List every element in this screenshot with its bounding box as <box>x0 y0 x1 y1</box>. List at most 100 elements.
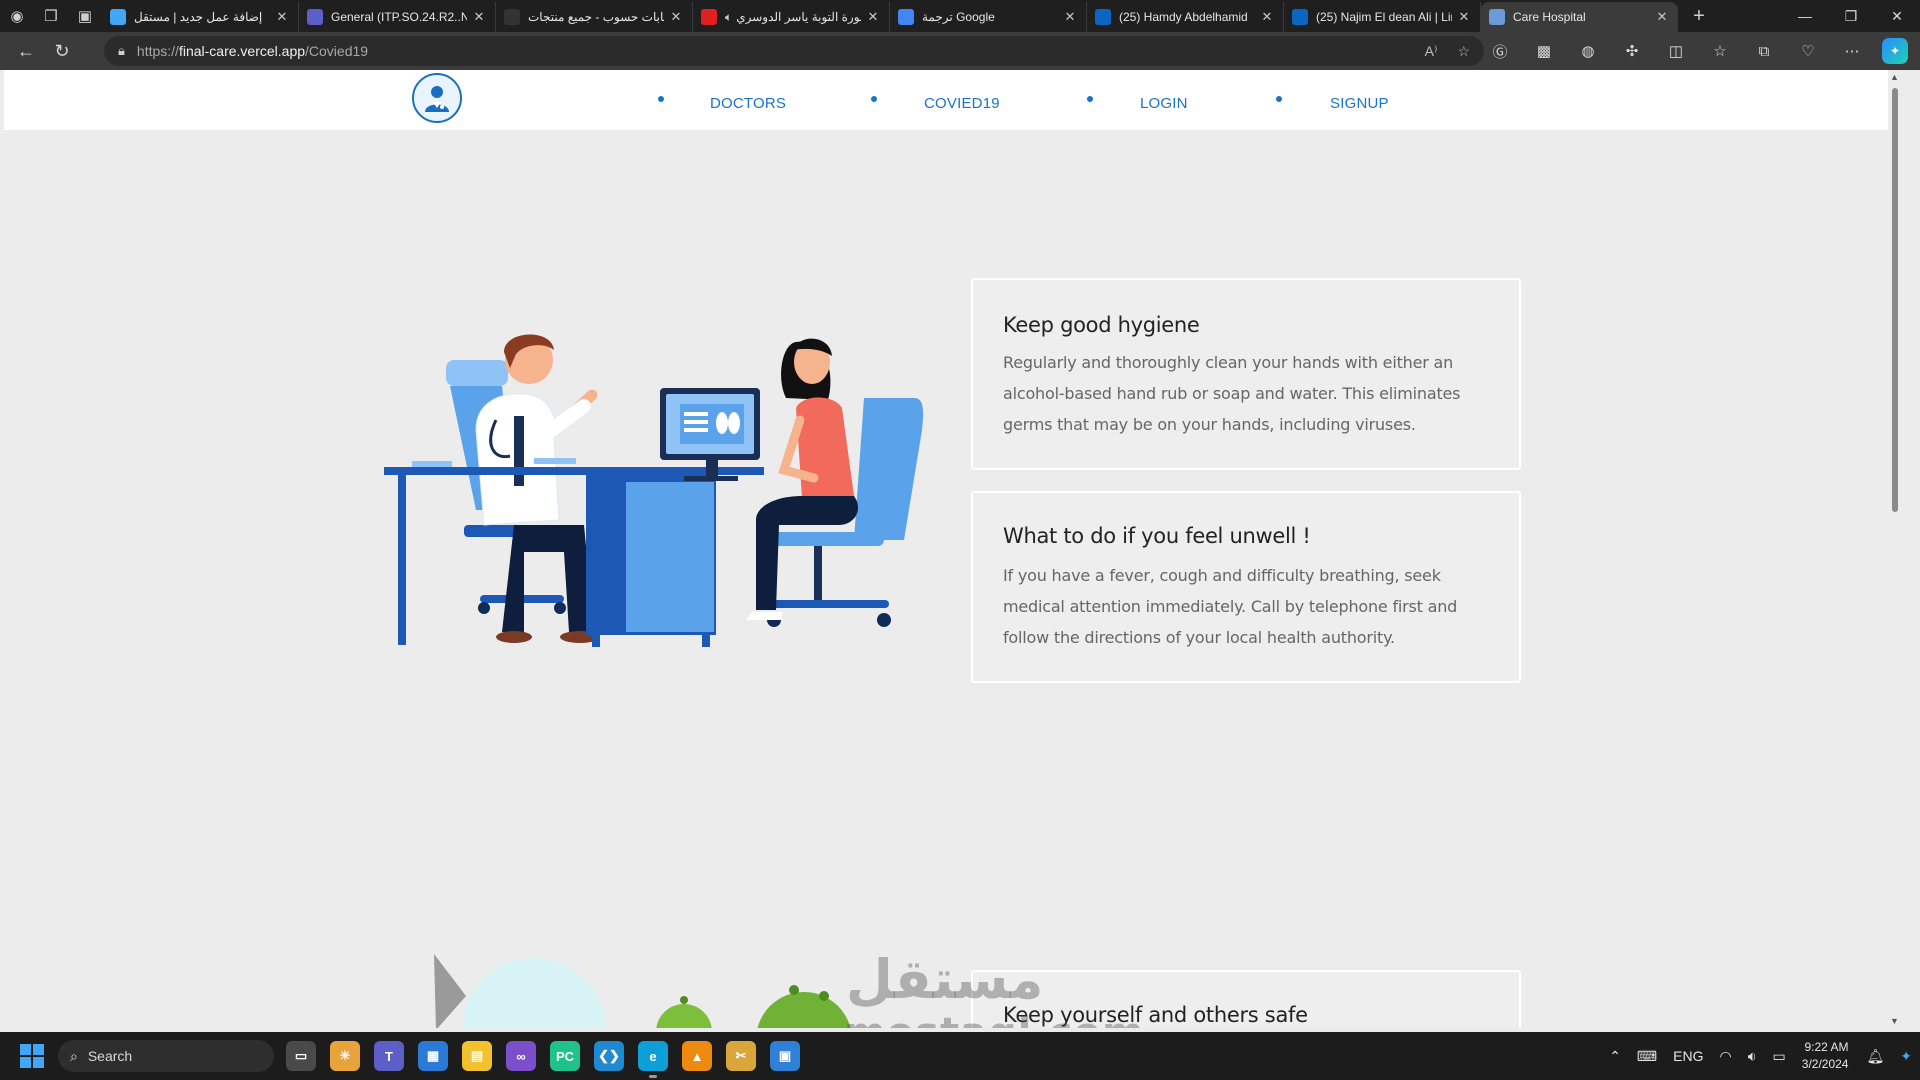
scroll-up-icon[interactable]: ▲ <box>1890 72 1899 82</box>
taskbar-teams-icon[interactable]: T <box>374 1041 404 1071</box>
browser-tab[interactable]: (25) Najim El dean Ali | LinkedIn ✕ <box>1284 2 1481 32</box>
profile-icon[interactable]: ◉ <box>0 0 34 32</box>
tab-close-icon[interactable]: ✕ <box>471 9 487 25</box>
tab-actions-icon[interactable]: ▣ <box>68 0 102 32</box>
nav-doctors-label[interactable]: DOCTORS <box>710 95 786 112</box>
tab-close-icon[interactable]: ✕ <box>1456 9 1472 25</box>
extension-blue-icon[interactable]: ▩ <box>1530 37 1558 65</box>
restore-button[interactable]: ❐ <box>1828 0 1874 32</box>
browser-tab[interactable]: General (ITP.SO.24.R2..NET) ✕ <box>299 2 496 32</box>
site-navbar: DOCTORS COVIED19 LOGIN SIGNUP <box>4 70 1902 130</box>
tab-close-icon[interactable]: ✕ <box>865 9 881 25</box>
search-icon: ⌕ <box>70 1047 78 1064</box>
taskbar-file-explorer-icon[interactable]: ▤ <box>462 1041 492 1071</box>
tab-favicon-icon <box>701 9 717 25</box>
taskbar-remote-desktop-icon[interactable]: ▣ <box>770 1041 800 1071</box>
lock-icon[interactable]: 🔒︎ <box>118 43 125 59</box>
browser-tab[interactable]: إضافة عمل جديد | مستقل ✕ <box>102 2 299 32</box>
browser-essentials-icon[interactable]: ♡ <box>1794 37 1822 65</box>
page-scrollbar[interactable]: ▲ ▼ <box>1888 70 1902 1028</box>
tab-favicon-icon <box>898 9 914 25</box>
minimize-button[interactable]: — <box>1782 0 1828 32</box>
tab-audio-icon[interactable]: 🔈︎ <box>725 10 732 25</box>
split-screen-icon[interactable]: ◫ <box>1662 37 1690 65</box>
taskbar-task-view-icon[interactable]: ▭ <box>286 1041 316 1071</box>
settings-more-icon[interactable]: ⋯ <box>1838 37 1866 65</box>
scroll-down-icon[interactable]: ▼ <box>1890 1016 1899 1026</box>
tab-close-icon[interactable]: ✕ <box>1062 9 1078 25</box>
taskbar-vlc-icon[interactable]: ▲ <box>682 1041 712 1071</box>
close-window-button[interactable]: ✕ <box>1874 0 1920 32</box>
nav-bullet <box>658 96 664 102</box>
search-placeholder: Search <box>87 1048 133 1064</box>
tab-favicon-icon <box>1292 9 1308 25</box>
card-body: If you have a fever, cough and difficult… <box>1003 566 1458 647</box>
browser-tab[interactable]: 🔈︎ سورة التوبة ياسر الدوسري ✕ <box>693 2 890 32</box>
copilot-icon[interactable]: ✦ <box>1882 38 1908 64</box>
nav-bullet <box>1276 96 1282 102</box>
refresh-icon[interactable]: ↻ <box>44 33 80 69</box>
address-bar[interactable]: 🔒︎ https://final-care.vercel.app/Covied1… <box>104 36 1484 66</box>
tab-close-icon[interactable]: ✕ <box>1654 9 1670 25</box>
wifi-icon[interactable]: ◠ <box>1719 1048 1731 1065</box>
virus-illustration <box>434 954 851 1028</box>
tab-favicon-icon <box>307 9 323 25</box>
info-card-hygiene: Keep good hygiene Regularly and thorough… <box>971 278 1521 470</box>
browser-tab[interactable]: حسابات حسوب - جميع منتجات ✕ <box>496 2 693 32</box>
tab-close-icon[interactable]: ✕ <box>1259 9 1275 25</box>
favorites-icon[interactable]: ☆ <box>1706 37 1734 65</box>
taskbar-widgets-icon[interactable]: ☀ <box>330 1041 360 1071</box>
mostaql-watermark: مستقل mostaql.com <box>844 948 1145 1028</box>
taskbar-pycharm-icon[interactable]: PC <box>550 1041 580 1071</box>
tab-title: (25) Najim El dean Ali | LinkedIn <box>1316 10 1452 24</box>
battery-icon[interactable]: ▭ <box>1773 1048 1786 1065</box>
nav-signup-label[interactable]: SIGNUP <box>1330 95 1389 112</box>
nav-bullet <box>1087 96 1093 102</box>
vpn-globe-icon[interactable]: ◍ <box>1574 37 1602 65</box>
taskbar-edge-icon[interactable]: e <box>638 1041 668 1078</box>
browser-tab[interactable]: Care Hospital ✕ <box>1481 2 1678 32</box>
watermark-latin: mostaql.com <box>844 1010 1145 1028</box>
new-tab-button[interactable]: + <box>1684 1 1714 31</box>
tab-title: (25) Hamdy Abdelhamid <box>1119 10 1248 24</box>
system-tray: ⌃ ⌨ ENG ◠ 🔉︎ ▭ 9:22 AM 3/2/2024 🔔︎ ✦ <box>1601 1032 1920 1080</box>
extensions-icon[interactable]: ✣ <box>1618 37 1646 65</box>
site-logo[interactable] <box>412 73 462 123</box>
language-indicator[interactable]: ENG <box>1673 1048 1703 1064</box>
collections-icon[interactable]: ⧉ <box>1750 37 1778 65</box>
clock-time: 9:22 AM <box>1804 1040 1849 1054</box>
tab-title: حسابات حسوب - جميع منتجات <box>528 10 664 24</box>
url-text: https://final-care.vercel.app/Covied19 <box>136 43 369 59</box>
clock[interactable]: 9:22 AM 3/2/2024 <box>1802 1039 1849 1073</box>
taskbar-visual-studio-icon[interactable]: ∞ <box>506 1041 536 1071</box>
tab-close-icon[interactable]: ✕ <box>668 9 684 25</box>
browser-tab-strip: ◉ ❐ ▣ إضافة عمل جديد | مستقل ✕ General (IT… <box>0 0 1920 32</box>
volume-icon[interactable]: 🔉︎ <box>1748 1048 1757 1065</box>
taskbar-store-icon[interactable]: ▦ <box>418 1041 448 1071</box>
taskbar-vscode-icon[interactable]: ❮❯ <box>594 1041 624 1071</box>
workspaces-icon[interactable]: ❐ <box>34 0 68 32</box>
tab-list: إضافة عمل جديد | مستقل ✕ General (ITP.SO.2… <box>102 0 1678 32</box>
chevron-up-icon[interactable]: ⌃ <box>1609 1048 1621 1065</box>
back-icon[interactable]: ← <box>8 33 44 69</box>
keyboard-icon[interactable]: ⌨ <box>1637 1048 1657 1065</box>
nav-covied19-label[interactable]: COVIED19 <box>924 95 1000 112</box>
window-controls: — ❐ ✕ <box>1782 0 1920 32</box>
tab-close-icon[interactable]: ✕ <box>274 9 290 25</box>
read-aloud-icon[interactable]: A⁾ <box>1425 43 1438 60</box>
tab-title: إضافة عمل جديد | مستقل <box>134 10 263 24</box>
start-button[interactable] <box>20 1044 44 1068</box>
nav-login-label[interactable]: LOGIN <box>1140 95 1188 112</box>
copilot-taskbar-icon[interactable]: ✦ <box>1900 1048 1912 1065</box>
scroll-thumb[interactable] <box>1892 88 1898 512</box>
card-body: Regularly and thoroughly clean your hand… <box>1003 353 1461 434</box>
taskbar-snipping-tool-icon[interactable]: ✂ <box>726 1041 756 1071</box>
browser-tab[interactable]: ترجمة Google ✕ <box>890 2 1087 32</box>
windows-taskbar: ⌕ Search ▭ ☀ T ▦ ▤ ∞ PC ❮❯ e ▲ ✂ ▣ ⌃ ⌨ ENG ◠ 🔉︎ ▭ 9… <box>0 1032 1920 1080</box>
notification-bell-icon[interactable]: 🔔︎ <box>1866 1048 1884 1065</box>
browser-tab[interactable]: (25) Hamdy Abdelhamid ✕ <box>1087 2 1284 32</box>
watermark-arabic: مستقل <box>846 948 1044 1011</box>
favorite-star-icon[interactable]: ☆ <box>1457 43 1470 60</box>
grammarly-icon[interactable]: Ⓖ <box>1486 37 1514 65</box>
taskbar-search[interactable]: ⌕ Search <box>58 1040 274 1072</box>
